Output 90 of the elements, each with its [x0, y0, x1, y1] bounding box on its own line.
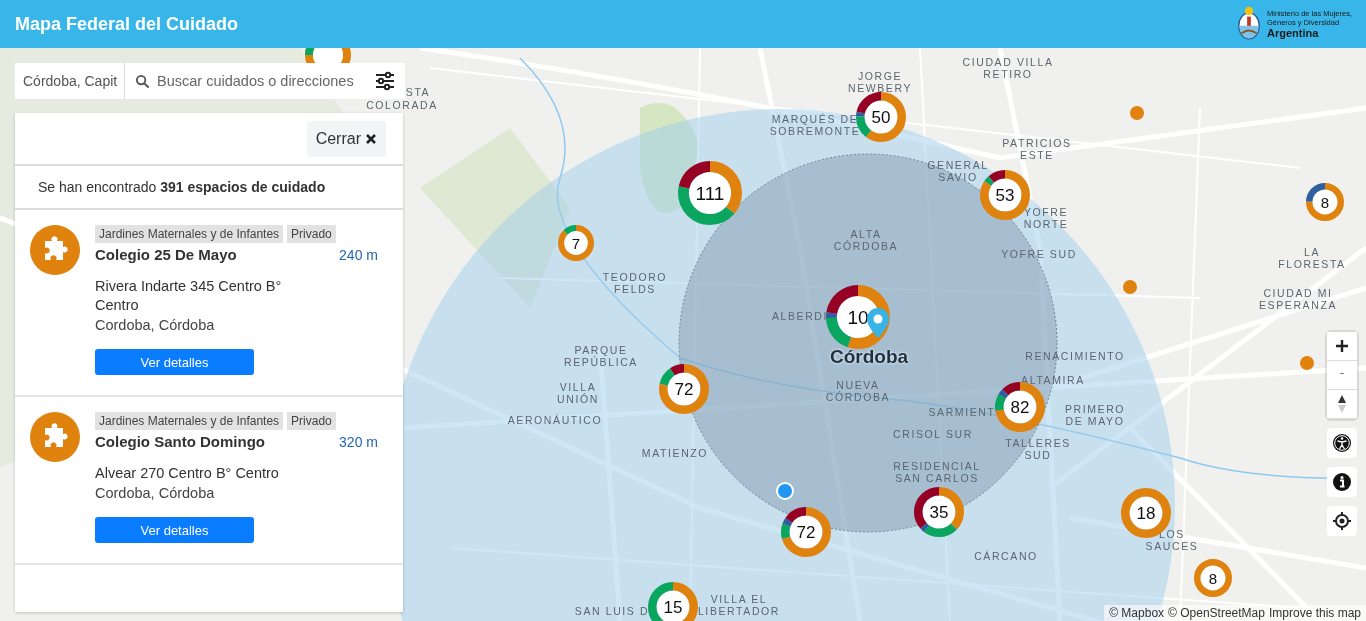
result-name: Colegio 25 De Mayo	[95, 246, 237, 263]
place-label: YOFRE SUD	[1001, 248, 1077, 260]
cluster-count: 15	[663, 598, 683, 616]
place-label: CIUDAD VILLA RETIRO	[962, 56, 1054, 80]
place-label: SAN LUIS D	[574, 605, 650, 617]
cluster-ring[interactable]	[659, 364, 709, 414]
place-label: SARMIENT	[928, 406, 996, 418]
attribution-link[interactable]: © OpenStreetMap	[1168, 606, 1265, 620]
cluster-ring[interactable]	[1306, 183, 1344, 221]
place-label: RENACIMIENTO	[1025, 350, 1125, 362]
accessibility-button[interactable]	[1327, 428, 1357, 458]
place-label: RESIDENCIAL SAN CARLOS	[893, 460, 981, 484]
place-label: CÁRCANO	[974, 550, 1038, 562]
app-title: Mapa Federal del Cuidado	[15, 13, 239, 35]
puzzle-icon	[30, 225, 80, 275]
distance-text: 240 m	[339, 247, 378, 263]
cluster-count: 8	[1208, 570, 1218, 586]
cluster-ring[interactable]	[678, 161, 742, 225]
place-label: TEODORO FELDS	[602, 271, 668, 295]
sliders-icon	[375, 71, 395, 91]
cluster-count: 72	[796, 523, 816, 541]
place-label: PRIMERO DE MAYO	[1064, 403, 1126, 427]
cluster-ring[interactable]	[914, 487, 964, 537]
place-label: YOFRE NORTE	[1023, 206, 1069, 230]
compass-icon	[1337, 394, 1347, 414]
accessibility-icon	[1332, 433, 1352, 453]
cluster-count: 111	[695, 183, 725, 203]
cluster-ring[interactable]	[781, 507, 831, 557]
place-label: MATIENZO	[641, 447, 709, 459]
marker-dot[interactable]	[1123, 280, 1137, 294]
details-button[interactable]: Ver detalles	[95, 517, 254, 543]
filter-button[interactable]	[369, 63, 405, 99]
city-label: Córdoba	[829, 346, 909, 368]
place-label: PARQUE REPÚBLICA	[564, 344, 638, 368]
place-label: TALLERES SUD	[1005, 437, 1071, 461]
cluster-ring[interactable]	[995, 382, 1045, 432]
place-label: LA FLORESTA	[1278, 246, 1346, 270]
current-location-dot	[776, 482, 794, 500]
attribution-link[interactable]: © Mapbox	[1109, 606, 1165, 620]
place-label: JORGE NEWBERY	[847, 70, 913, 94]
cluster-count: 50	[871, 108, 891, 126]
cluster-ring[interactable]	[648, 582, 698, 621]
sector-tag: Privado	[287, 412, 336, 430]
cluster-count: 53	[995, 186, 1015, 204]
cluster-count: 18	[1136, 504, 1156, 522]
place-label: VILLA UNIÓN	[557, 381, 599, 405]
place-label: ALTAMIRA	[1021, 374, 1085, 386]
place-label: VILLA EL LIBERTADOR	[697, 593, 781, 617]
place-label: ALBERDI	[771, 310, 829, 322]
distance-text: 320 m	[339, 434, 378, 450]
city-text: Cordoba, Córdoba	[95, 316, 215, 335]
marker-dot[interactable]	[1300, 356, 1314, 370]
close-icon	[365, 133, 377, 145]
location-field[interactable]: Córdoba, Capit	[15, 63, 125, 99]
sector-tag: Privado	[287, 225, 336, 243]
place-label: PATRICIOS ESTE	[1002, 137, 1072, 161]
place-label: NUEVA CÓRDOBA	[825, 379, 891, 403]
place-label: GENERAL SAVIO	[927, 159, 989, 183]
category-tag: Jardines Maternales y de Infantes	[95, 225, 284, 243]
city-text: Cordoba, Córdoba	[95, 484, 215, 503]
plus-icon	[1335, 339, 1349, 353]
zoom-in-button[interactable]	[1327, 332, 1357, 361]
info-icon	[1332, 472, 1352, 492]
cluster-count: 35	[929, 503, 949, 521]
cluster-count: 8	[1320, 194, 1330, 210]
puzzle-icon	[30, 412, 80, 462]
cluster-count: 72	[674, 380, 694, 398]
info-button[interactable]	[1327, 467, 1357, 497]
locate-button[interactable]	[1327, 506, 1357, 536]
place-label: COLORADA	[366, 99, 438, 111]
category-tag: Jardines Maternales y de Infantes	[95, 412, 284, 430]
address-text: Alvear 270 Centro B° Centro	[95, 464, 280, 483]
cluster-count: 10	[847, 307, 869, 327]
place-label: ALTA CÓRDOBA	[833, 228, 899, 252]
results-summary: Se han encontrado 391 espacios de cuidado	[15, 166, 403, 210]
place-label: CIUDAD MI ESPERANZA	[1259, 287, 1337, 311]
place-label: CRISOL SUR	[893, 428, 973, 440]
result-name: Colegio Santo Domingo	[95, 433, 265, 450]
address-text: Rivera Indarte 345 Centro B° Centro	[95, 277, 283, 315]
search-icon	[135, 73, 150, 89]
place-label: STA	[405, 86, 431, 98]
marker-dot[interactable]	[1130, 106, 1144, 120]
country-name: Argentina	[1266, 26, 1320, 40]
place-label: AERONÁUTICO	[507, 414, 603, 426]
cluster-count: 82	[1010, 398, 1030, 416]
close-button[interactable]: Cerrar	[306, 121, 386, 157]
cluster-count: 7	[571, 235, 581, 251]
details-button[interactable]: Ver detalles	[95, 349, 254, 375]
improve-map-link[interactable]: Improve this map	[1268, 606, 1361, 620]
crosshair-icon	[1332, 511, 1352, 531]
